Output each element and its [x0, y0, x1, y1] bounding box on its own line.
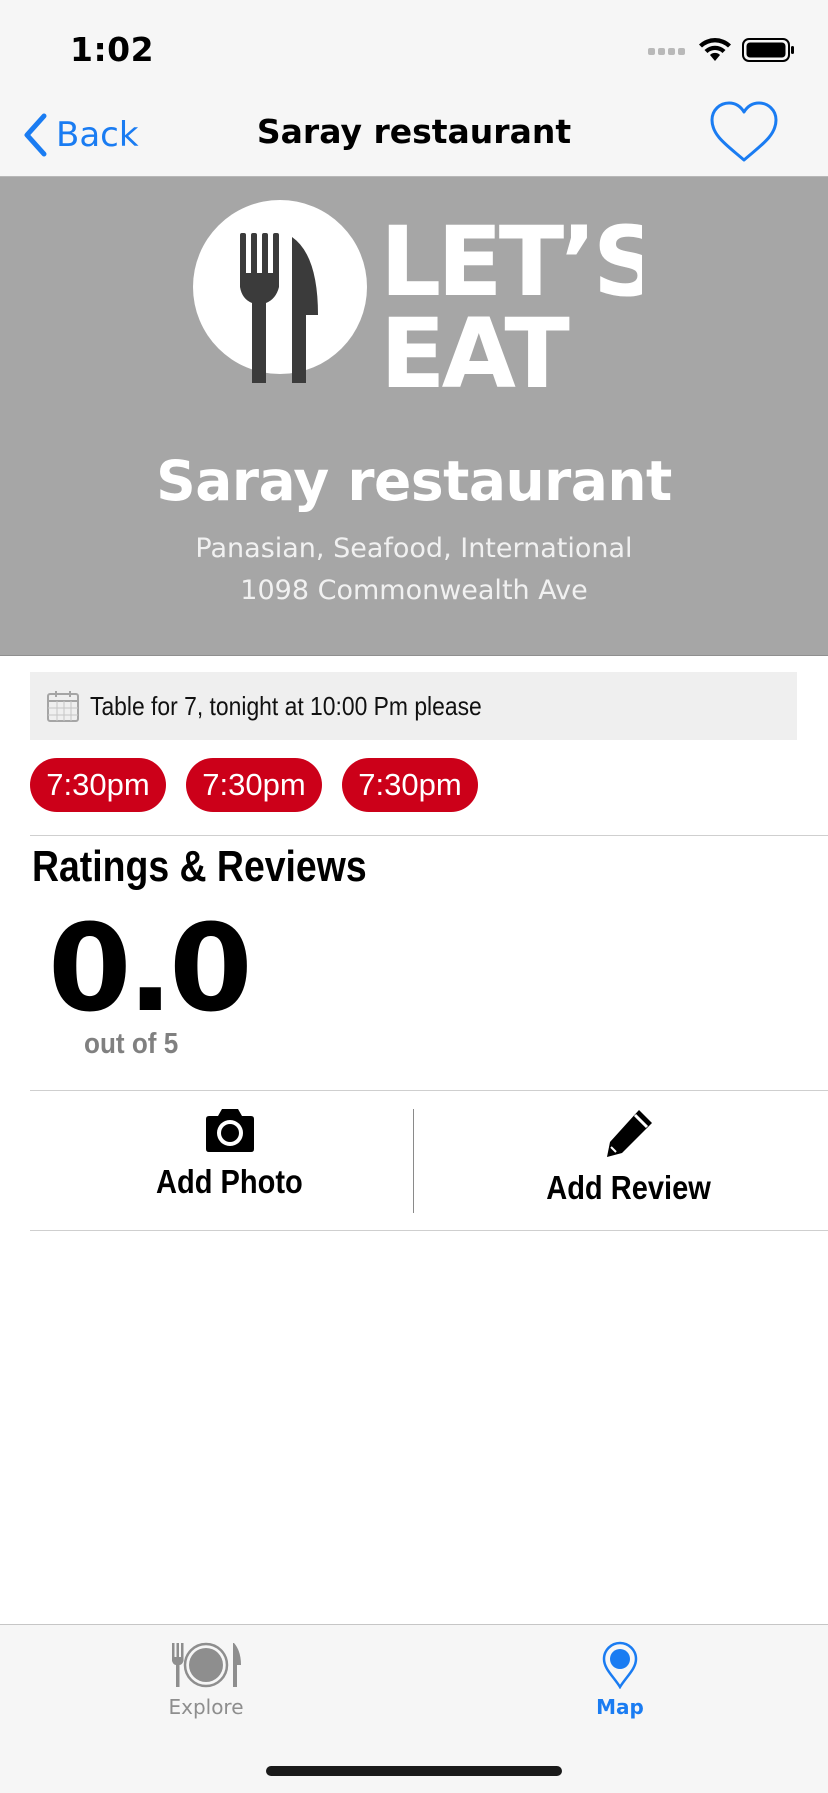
status-bar: 1:02: [0, 0, 828, 100]
actions-divider: [413, 1109, 414, 1213]
add-review-button[interactable]: Add Review: [429, 1091, 828, 1229]
logo-text-line2: EAT: [380, 298, 569, 395]
tab-label: Explore: [168, 1695, 244, 1719]
review-actions: Add Photo Add Review: [30, 1091, 828, 1229]
reservation-text: Table for 7, tonight at 10:00 Pm please: [90, 690, 482, 721]
time-slots: 7:30pm 7:30pm 7:30pm: [30, 758, 478, 812]
time-slot-button[interactable]: 7:30pm: [186, 758, 322, 812]
divider: [30, 835, 828, 836]
page-title: Saray restaurant: [256, 112, 572, 151]
add-photo-button[interactable]: Add Photo: [30, 1091, 429, 1229]
status-icons: [648, 36, 796, 64]
lets-eat-logo: LET’S EAT: [193, 200, 642, 395]
calendar-icon: [47, 691, 79, 722]
navigation-bar: Back Saray restaurant: [0, 100, 828, 177]
time-slot-button[interactable]: 7:30pm: [342, 758, 478, 812]
restaurant-header: LET’S EAT Saray restaurant Panasian, Sea…: [0, 177, 828, 656]
camera-icon: [205, 1109, 254, 1152]
home-indicator: [266, 1766, 562, 1776]
tab-explore[interactable]: Explore: [106, 1641, 306, 1741]
plate-fork-knife-icon: [172, 1642, 241, 1688]
time-slot-button[interactable]: 7:30pm: [30, 758, 166, 812]
rating-scale: out of 5: [84, 1028, 179, 1060]
heart-icon: [710, 101, 778, 162]
battery-icon: [742, 38, 794, 62]
favorite-button[interactable]: [708, 100, 780, 166]
status-time: 1:02: [70, 30, 155, 69]
restaurant-cuisine: Panasian, Seafood, International: [195, 533, 633, 564]
cellular-signal-icon: [648, 48, 685, 55]
reservation-field[interactable]: Table for 7, tonight at 10:00 Pm please: [30, 672, 797, 740]
restaurant-address: 1098 Commonwealth Ave: [240, 575, 588, 606]
pencil-icon: [606, 1110, 652, 1157]
wifi-icon: [699, 38, 731, 61]
add-review-label: Add Review: [546, 1169, 711, 1206]
divider: [30, 1230, 828, 1231]
tab-map[interactable]: Map: [520, 1641, 720, 1741]
map-pin-icon: [602, 1641, 638, 1689]
add-photo-label: Add Photo: [156, 1163, 303, 1200]
restaurant-name: Saray restaurant: [156, 449, 672, 513]
ratings-heading: Ratings & Reviews: [32, 842, 367, 891]
tab-label: Map: [596, 1695, 644, 1719]
rating-value: 0.0: [48, 900, 253, 1039]
